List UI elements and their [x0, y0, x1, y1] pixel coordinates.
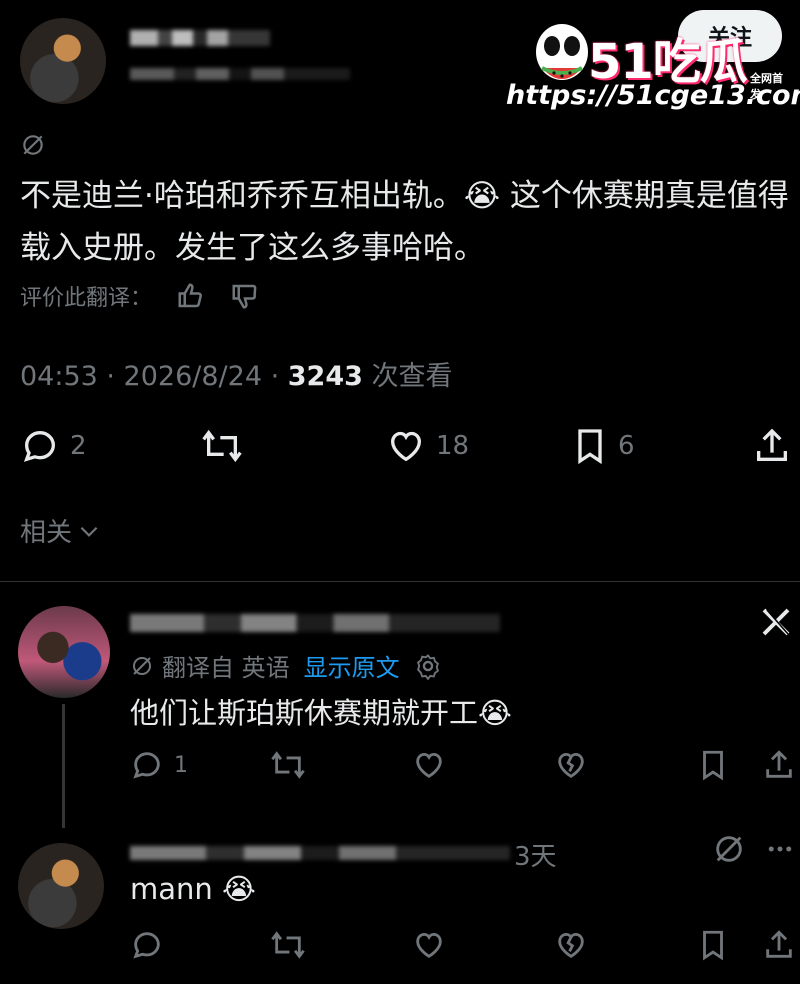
like-icon: [416, 752, 442, 778]
bookmark-icon: [703, 930, 723, 961]
reply1-dislike-button[interactable]: [554, 748, 588, 782]
more-icon[interactable]: [764, 834, 796, 868]
reply-button[interactable]: 2: [20, 426, 87, 466]
views-count: 3243: [287, 361, 363, 392]
reply1-share-button[interactable]: [762, 748, 796, 782]
translate-off-icon[interactable]: [712, 832, 746, 870]
thumbs-down-icon[interactable]: [230, 281, 260, 311]
watermark: 51吃瓜 全网首发 https://51cge13.com: [506, 10, 800, 111]
like-count: 18: [436, 431, 470, 461]
watermark-url: https://51cge13.com: [506, 80, 800, 111]
author-name-blurred[interactable]: [130, 30, 270, 46]
reply2-time: 3天: [514, 842, 557, 872]
share-button[interactable]: [752, 426, 792, 466]
settings-icon[interactable]: [414, 652, 442, 680]
retweet-icon: [202, 429, 242, 463]
reply2-text: mann 😭: [130, 872, 256, 906]
reply-icon: [133, 932, 160, 959]
reply2-name-blurred[interactable]: [130, 846, 510, 860]
reply2-like-button[interactable]: [412, 928, 446, 962]
retweet-icon: [271, 751, 305, 779]
reply2-retweet-button[interactable]: [268, 928, 308, 962]
close-x-icon[interactable]: [758, 604, 794, 644]
rate-label: 评价此翻译：: [20, 286, 153, 311]
bookmark-button[interactable]: 6: [572, 426, 635, 466]
reply2-reply-button[interactable]: [130, 928, 164, 962]
bookmark-icon: [703, 750, 723, 781]
translate-off-icon: [133, 656, 151, 675]
thumbs-up-icon[interactable]: [176, 281, 206, 311]
reply1-text: 他们让斯珀斯休赛期就开工😭: [130, 696, 512, 730]
tweet-text: 不是迪兰·哈珀和乔乔互相出轨。😭 这个休赛期真是值得载入史册。发生了这么多事哈哈…: [20, 178, 789, 266]
retweet-icon: [271, 931, 305, 959]
author-avatar[interactable]: [20, 18, 106, 104]
reply2-avatar[interactable]: [18, 843, 104, 929]
reply2-share-button[interactable]: [762, 928, 796, 962]
reply1-retweet-button[interactable]: [268, 748, 308, 782]
reply1-reply-button[interactable]: 1: [130, 748, 188, 782]
reply-icon: [23, 430, 56, 462]
views-label: 次查看: [362, 361, 453, 392]
thread-line: [62, 704, 65, 828]
reply1-like-button[interactable]: [412, 748, 446, 782]
bookmark-icon: [578, 429, 602, 465]
translate-off-icon: [20, 132, 46, 162]
reply1-name-blurred[interactable]: [130, 614, 500, 632]
reply2-bookmark-button[interactable]: [698, 928, 728, 962]
broken-heart-icon: [558, 752, 584, 778]
reply1-avatar[interactable]: [18, 606, 110, 698]
show-original-link[interactable]: 显示原文: [304, 648, 400, 683]
share-icon: [766, 930, 792, 958]
reply1-reply-count: 1: [174, 752, 188, 778]
bookmark-count: 6: [618, 431, 635, 461]
chevron-down-icon: [80, 526, 98, 537]
like-icon: [390, 431, 422, 462]
broken-heart-icon: [558, 932, 584, 958]
like-button[interactable]: 18: [386, 426, 469, 466]
reply1-translation-meta: 翻译自 英语 显示原文: [130, 648, 442, 683]
reply-count: 2: [70, 431, 87, 461]
rate-translation: 评价此翻译：: [20, 280, 260, 312]
author-handle-blurred[interactable]: [130, 68, 350, 80]
reply1-bookmark-button[interactable]: [698, 748, 728, 782]
share-icon: [757, 428, 787, 461]
reply-icon: [133, 752, 160, 779]
tweet-meta: 04:53 · 2026/8/24 · 3243 次查看: [20, 354, 453, 393]
share-icon: [766, 750, 792, 778]
tweet-time[interactable]: 04:53 · 2026/8/24 ·: [20, 361, 288, 392]
like-icon: [416, 932, 442, 958]
related-label: 相关: [20, 518, 73, 548]
related-toggle[interactable]: 相关: [20, 512, 102, 549]
translated-from: 翻译自 英语: [162, 654, 290, 682]
reply2-dislike-button[interactable]: [554, 928, 588, 962]
section-divider: [0, 581, 800, 582]
retweet-button[interactable]: [198, 426, 246, 466]
